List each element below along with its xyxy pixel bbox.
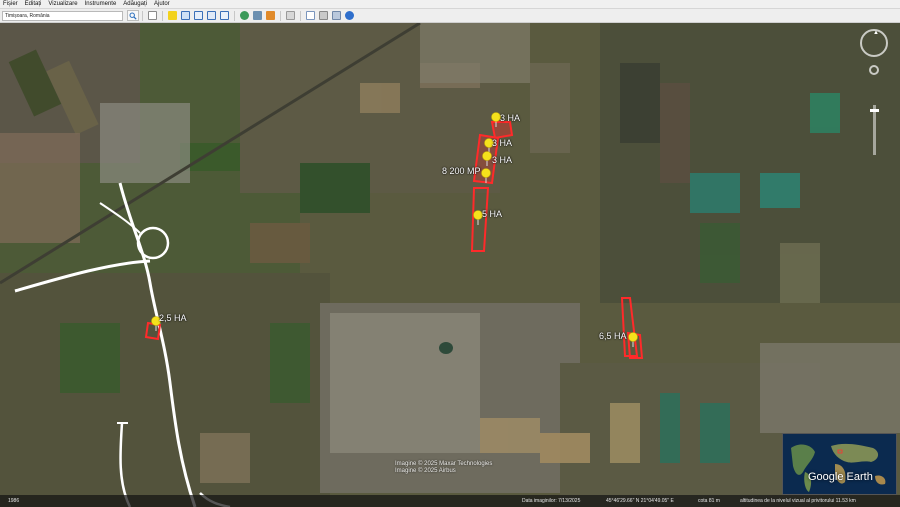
placemark-label[interactable]: 5 HA	[482, 209, 502, 219]
google-earth-logo: Google Earth	[808, 471, 873, 483]
path-icon[interactable]	[194, 11, 203, 20]
placemark-label[interactable]: 2,5 HA	[159, 313, 187, 323]
sunlight-icon[interactable]	[253, 11, 262, 20]
scale-indicator: 1986	[8, 498, 20, 504]
save-image-icon[interactable]	[332, 11, 341, 20]
menu-view[interactable]: Vizualizare	[48, 0, 77, 9]
record-tour-icon[interactable]	[220, 11, 229, 20]
toolbar-divider	[300, 10, 301, 21]
placemark-label[interactable]: 8 200 MP	[442, 166, 481, 176]
menu-bar: Fișier Editați Vizualizare Instrumente A…	[0, 0, 900, 9]
copyright-line: Imagine © 2025 Airbus	[395, 468, 456, 474]
toolbar-divider	[234, 10, 235, 21]
imagery-copyright: Imagine © 2025 Maxar Technologies Imagin…	[395, 461, 492, 475]
map-view[interactable]: 3 HA 3 HA 3 HA 8 200 MP 5 HA 2,5 HA 6,5 …	[0, 23, 900, 507]
menu-help[interactable]: Ajutor	[154, 0, 170, 9]
search-button[interactable]	[127, 10, 139, 21]
placemark-label[interactable]: 3 HA	[492, 155, 512, 165]
look-joystick[interactable]	[869, 65, 879, 75]
zoom-slider-knob[interactable]	[870, 109, 879, 112]
hide-sidebar-icon[interactable]	[148, 11, 157, 20]
overview-map[interactable]	[782, 433, 897, 495]
planets-icon[interactable]	[266, 11, 275, 20]
menu-tools[interactable]: Instrumente	[85, 0, 117, 9]
menu-edit[interactable]: Editați	[25, 0, 42, 9]
placemark-pin-icon[interactable]	[627, 331, 639, 347]
polygon-icon[interactable]	[181, 11, 190, 20]
compass-ring[interactable]: ▲	[860, 29, 888, 57]
ruler-icon[interactable]	[286, 11, 295, 20]
eye-altitude-readout: altitudinea de la nivelul vizual al priv…	[740, 498, 856, 504]
placemark-icon[interactable]	[168, 11, 177, 20]
image-overlay-icon[interactable]	[207, 11, 216, 20]
placemark-label[interactable]: 6,5 HA	[599, 331, 627, 341]
toolbar-divider	[162, 10, 163, 21]
world-map-thumbnail	[783, 434, 896, 494]
zoom-slider[interactable]	[870, 105, 879, 155]
imagery-date: Data imaginilor: 7/13/2025	[522, 498, 581, 504]
historical-imagery-icon[interactable]	[240, 11, 249, 20]
toolbar: Timișoara, România	[0, 9, 900, 23]
elevation-readout: cota 81 m	[698, 498, 720, 504]
toolbar-divider	[280, 10, 281, 21]
email-icon[interactable]	[306, 11, 315, 20]
north-indicator-icon: ▲	[873, 30, 879, 36]
print-icon[interactable]	[319, 11, 328, 20]
navigation-controls: ▲	[860, 29, 890, 155]
menu-file[interactable]: Fișier	[3, 0, 18, 9]
search-input[interactable]: Timișoara, România	[2, 10, 123, 21]
menu-add[interactable]: Adăugați	[123, 0, 147, 9]
placemark-label[interactable]: 3 HA	[500, 113, 520, 123]
cursor-coordinates: 45°46'29.66" N 21°04'49.05" E	[606, 498, 674, 504]
placemark-pin-icon[interactable]	[480, 167, 492, 183]
satellite-imagery	[0, 23, 900, 507]
placemark-label[interactable]: 3 HA	[492, 138, 512, 148]
search-icon	[129, 12, 137, 20]
copyright-line: Imagine © 2025 Maxar Technologies	[395, 461, 493, 467]
status-bar: 1986 Data imaginilor: 7/13/2025 45°46'29…	[0, 495, 900, 507]
toolbar-divider	[142, 10, 143, 21]
google-maps-icon[interactable]	[345, 11, 354, 20]
